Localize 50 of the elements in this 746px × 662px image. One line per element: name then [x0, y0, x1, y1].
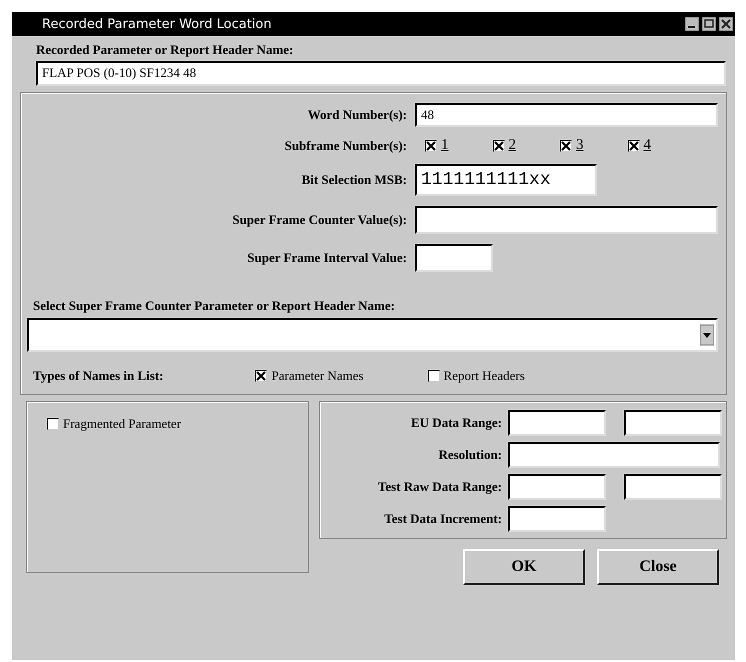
input-field[interactable]: 48 — [415, 103, 718, 127]
field-label: EU Data Range: — [410, 415, 502, 431]
field-label: Test Raw Data Range: — [376, 479, 502, 495]
subframe-checkbox[interactable]: 1 — [425, 137, 448, 154]
name-type-checkbox[interactable]: Parameter Names — [255, 368, 364, 384]
checkbox-box[interactable] — [628, 140, 640, 152]
field-label: Word Number(s): — [306, 107, 407, 123]
field-label: Recorded Parameter or Report Header Name: — [36, 42, 294, 58]
input-field[interactable] — [415, 206, 718, 234]
field-label: Test Data Increment: — [383, 511, 502, 527]
input-field[interactable] — [624, 410, 722, 436]
input-field[interactable] — [508, 474, 606, 500]
input-field[interactable] — [508, 410, 606, 436]
minimize-icon[interactable] — [685, 17, 699, 31]
checkbox-box[interactable] — [492, 140, 504, 152]
checkmark-icon — [256, 371, 266, 381]
field-label: Bit Selection MSB: — [300, 172, 407, 188]
checkbox-box[interactable] — [560, 140, 572, 152]
dropdown-field[interactable] — [27, 318, 718, 352]
checkmark-icon — [494, 140, 504, 150]
field-label: Select Super Frame Counter Parameter or Report Header Name: — [33, 298, 396, 314]
dropdown-arrow-icon[interactable] — [700, 324, 714, 346]
checkmark-icon — [426, 140, 436, 150]
checkmark-icon — [628, 140, 638, 150]
checkbox-box[interactable] — [425, 140, 437, 152]
input-field[interactable] — [508, 442, 720, 468]
window-title: Recorded Parameter Word Location — [42, 16, 272, 32]
fragmented-checkbox[interactable]: Fragmented Parameter — [47, 416, 288, 432]
dialog-button[interactable]: OK — [463, 549, 585, 585]
checkmark-icon — [561, 140, 571, 150]
dialog-button[interactable]: Close — [597, 549, 719, 585]
field-label: Types of Names in List: — [33, 368, 164, 384]
subframe-checkbox[interactable]: 2 — [492, 137, 516, 154]
field-label: Super Frame Interval Value: — [246, 250, 407, 266]
checkbox-box[interactable] — [47, 418, 59, 430]
field-label: Subframe Number(s): — [284, 138, 407, 154]
field-label: Super Frame Counter Value(s): — [231, 212, 407, 228]
input-field[interactable]: 1111111111xx — [415, 164, 597, 196]
input-field[interactable] — [508, 506, 606, 532]
name-field[interactable]: FLAP POS (0-10) SF1234 48 — [36, 61, 726, 86]
checkbox-box[interactable] — [255, 370, 268, 382]
subframe-checkbox[interactable]: 4 — [628, 137, 651, 154]
input-field[interactable] — [624, 474, 722, 500]
input-field[interactable] — [415, 244, 493, 272]
close-icon[interactable] — [719, 17, 733, 31]
field-label: Resolution: — [437, 447, 502, 463]
maximize-icon[interactable] — [702, 17, 716, 31]
subframe-checkbox[interactable]: 3 — [560, 137, 584, 154]
name-type-checkbox[interactable]: Report Headers — [428, 368, 525, 384]
checkbox-box[interactable] — [428, 370, 440, 382]
